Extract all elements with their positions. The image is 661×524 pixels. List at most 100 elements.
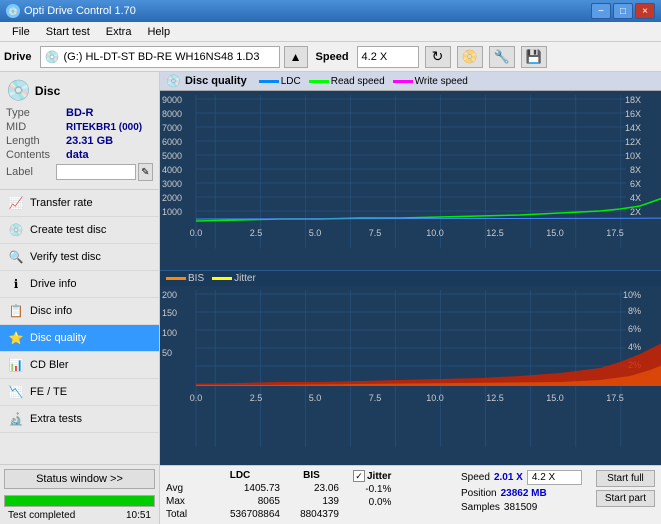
- status-area: Status window >> Test completed 10:51: [0, 464, 159, 524]
- svg-text:4000: 4000: [162, 165, 182, 175]
- svg-text:8%: 8%: [628, 306, 641, 316]
- sidebar-item-disc-quality[interactable]: ⭐ Disc quality: [0, 325, 159, 352]
- max-label: Max: [166, 496, 196, 507]
- nav-label-cd-bler: CD Bler: [30, 359, 69, 371]
- start-part-button[interactable]: Start part: [596, 490, 655, 507]
- ldc-total: 536708864: [200, 509, 280, 520]
- legend-read-speed: Read speed: [309, 76, 385, 87]
- svg-text:0.0: 0.0: [190, 228, 203, 238]
- svg-text:10X: 10X: [625, 151, 641, 161]
- legend-write-label: Write speed: [415, 76, 468, 87]
- legend-jitter-color: [212, 277, 232, 280]
- ldc-col-header: LDC: [200, 470, 280, 481]
- disc-label-row: Label ✎: [6, 163, 153, 181]
- start-full-button[interactable]: Start full: [596, 470, 655, 487]
- bis-avg: 23.06: [284, 483, 339, 494]
- menu-file[interactable]: File: [4, 24, 38, 40]
- sidebar-item-transfer-rate[interactable]: 📈 Transfer rate: [0, 190, 159, 217]
- drive-eject-button[interactable]: ▲: [284, 46, 308, 68]
- status-window-button[interactable]: Status window >>: [4, 469, 155, 489]
- drive-select[interactable]: 💿 (G:) HL-DT-ST BD-RE WH16NS48 1.D3: [40, 46, 280, 68]
- sidebar-item-disc-info[interactable]: 📋 Disc info: [0, 298, 159, 325]
- svg-text:12.5: 12.5: [486, 228, 504, 238]
- drive-bar: Drive 💿 (G:) HL-DT-ST BD-RE WH16NS48 1.D…: [0, 42, 661, 72]
- sidebar-item-create-test-disc[interactable]: 💿 Create test disc: [0, 217, 159, 244]
- menu-extra[interactable]: Extra: [98, 24, 140, 40]
- jitter-checkbox[interactable]: ✓: [353, 470, 365, 482]
- verify-test-disc-icon: 🔍: [8, 249, 24, 265]
- svg-text:15.0: 15.0: [546, 228, 564, 238]
- type-value: BD-R: [66, 107, 94, 119]
- disc-mid-row: MID RITEKBR1 (000): [6, 121, 153, 133]
- legend-read-color: [309, 80, 329, 83]
- svg-text:5.0: 5.0: [309, 393, 322, 403]
- main-content: 💿 Disc Type BD-R MID RITEKBR1 (000) Leng…: [0, 72, 661, 524]
- svg-text:2.5: 2.5: [250, 228, 263, 238]
- sidebar-item-extra-tests[interactable]: 🔬 Extra tests: [0, 406, 159, 433]
- svg-text:6000: 6000: [162, 137, 182, 147]
- legend-jitter: Jitter: [212, 273, 256, 284]
- legend-write-color: [393, 80, 413, 83]
- label-label: Label: [6, 166, 56, 178]
- speed-stat-label: Speed: [461, 472, 490, 483]
- drive-text: (G:) HL-DT-ST BD-RE WH16NS48 1.D3: [63, 51, 259, 63]
- maximize-button[interactable]: □: [613, 3, 633, 19]
- progress-fill: [5, 496, 154, 506]
- mid-value: RITEKBR1 (000): [66, 122, 142, 133]
- svg-text:17.5: 17.5: [606, 393, 624, 403]
- menu-help[interactable]: Help: [139, 24, 178, 40]
- sidebar-item-fe-te[interactable]: 📉 FE / TE: [0, 379, 159, 406]
- drive-icon: 💿: [45, 50, 60, 64]
- speed-stat-dropdown[interactable]: 4.2 X: [527, 470, 582, 485]
- legend-bis-color: [166, 277, 186, 280]
- legend-bis-label: BIS: [188, 273, 204, 284]
- label-edit-button[interactable]: ✎: [138, 163, 153, 181]
- close-button[interactable]: ×: [635, 3, 655, 19]
- create-test-disc-icon: 💿: [8, 222, 24, 238]
- speed-stat-value: 2.01 X: [494, 472, 523, 483]
- settings-button[interactable]: 🔧: [489, 46, 515, 68]
- svg-text:2X: 2X: [630, 207, 641, 217]
- disc-read-button[interactable]: 📀: [457, 46, 483, 68]
- disc-quality-title: Disc quality: [185, 75, 247, 87]
- sidebar-item-cd-bler[interactable]: 📊 CD Bler: [0, 352, 159, 379]
- svg-text:16X: 16X: [625, 109, 641, 119]
- drive-info-icon: ℹ: [8, 276, 24, 292]
- minimize-button[interactable]: −: [591, 3, 611, 19]
- svg-text:4%: 4%: [628, 342, 641, 352]
- disc-header: 💿 Disc: [6, 78, 153, 103]
- total-label: Total: [166, 509, 196, 520]
- nav-label-extra-tests: Extra tests: [30, 413, 82, 425]
- legend-bis: BIS: [166, 273, 204, 284]
- sidebar: 💿 Disc Type BD-R MID RITEKBR1 (000) Leng…: [0, 72, 160, 524]
- menu-bar: File Start test Extra Help: [0, 22, 661, 42]
- disc-contents-row: Contents data: [6, 149, 153, 161]
- sidebar-item-drive-info[interactable]: ℹ Drive info: [0, 271, 159, 298]
- charts-area: 9000 8000 7000 6000 5000 4000 3000 2000 …: [160, 91, 661, 465]
- app-title: Opti Drive Control 1.70: [24, 5, 136, 17]
- total-row: Total 536708864 8804379: [166, 509, 339, 520]
- svg-text:1000: 1000: [162, 207, 182, 217]
- length-value: 23.31 GB: [66, 135, 113, 147]
- avg-label: Avg: [166, 483, 196, 494]
- chart-legend-upper: LDC Read speed Write speed: [259, 76, 468, 87]
- svg-text:3000: 3000: [162, 179, 182, 189]
- contents-label: Contents: [6, 149, 66, 161]
- avg-row: Avg 1405.73 23.06: [166, 483, 339, 494]
- label-input[interactable]: [56, 164, 136, 180]
- bis-max: 139: [284, 496, 339, 507]
- svg-text:5.0: 5.0: [309, 228, 322, 238]
- samples-row: Samples 381509: [461, 502, 582, 513]
- svg-text:12.5: 12.5: [486, 393, 504, 403]
- svg-text:2000: 2000: [162, 193, 182, 203]
- stats-headers: LDC BIS: [166, 470, 339, 481]
- save-button[interactable]: 💾: [521, 46, 547, 68]
- disc-panel: 💿 Disc Type BD-R MID RITEKBR1 (000) Leng…: [0, 72, 159, 190]
- speed-select[interactable]: 4.2 X: [357, 46, 419, 68]
- bis-total: 8804379: [284, 509, 339, 520]
- refresh-button[interactable]: ↻: [425, 46, 451, 68]
- menu-start-test[interactable]: Start test: [38, 24, 98, 40]
- sidebar-item-verify-test-disc[interactable]: 🔍 Verify test disc: [0, 244, 159, 271]
- svg-text:6%: 6%: [628, 324, 641, 334]
- bis-col-header: BIS: [284, 470, 339, 481]
